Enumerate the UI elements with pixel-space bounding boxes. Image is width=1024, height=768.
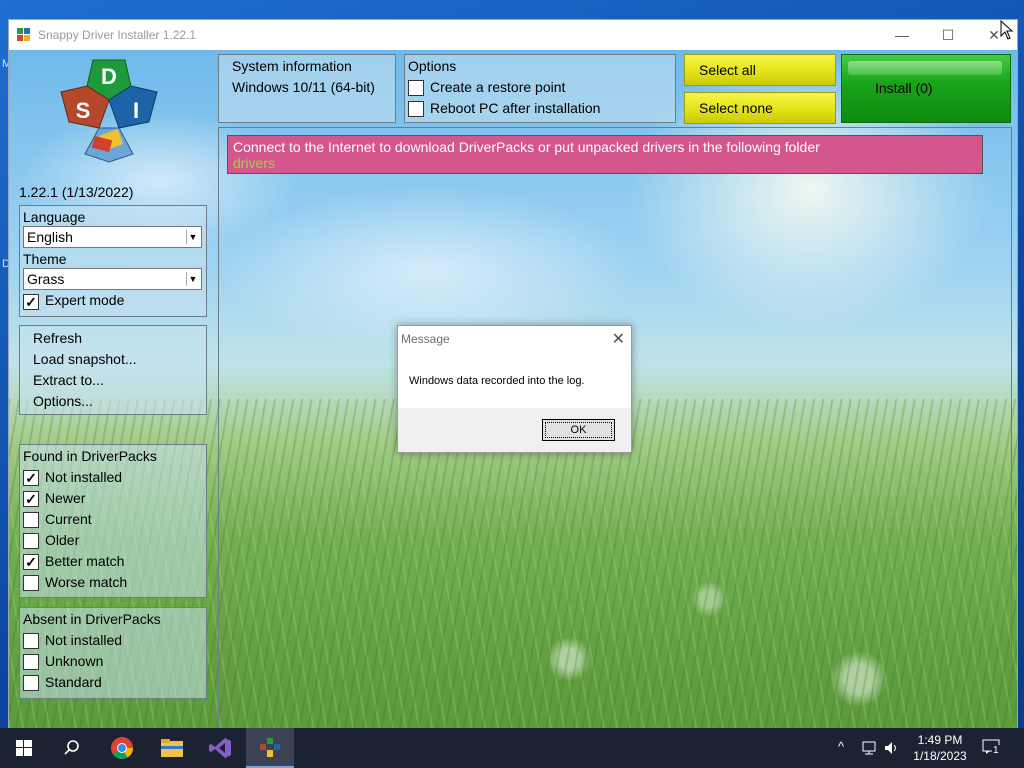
- absent-not-installed-label[interactable]: Not installed: [45, 632, 122, 648]
- ok-button[interactable]: OK: [542, 419, 615, 441]
- version-label: 1.22.1 (1/13/2022): [19, 184, 134, 200]
- visual-studio-icon: [209, 738, 231, 758]
- reboot-checkbox[interactable]: [408, 101, 424, 117]
- search-button[interactable]: [48, 728, 96, 768]
- expert-mode-checkbox[interactable]: ✓: [23, 294, 39, 310]
- dialog-close-button[interactable]: ✕: [612, 329, 625, 349]
- filter-not-installed-label[interactable]: Not installed: [45, 469, 122, 485]
- system-info-panel: System information Windows 10/11 (64-bit…: [218, 54, 396, 123]
- drivers-folder-link[interactable]: drivers: [233, 155, 275, 171]
- absent-not-installed-checkbox[interactable]: [23, 633, 39, 649]
- filter-better-match-label[interactable]: Better match: [45, 553, 124, 569]
- theme-label: Theme: [23, 251, 67, 267]
- filter-not-installed-checkbox[interactable]: ✓: [23, 470, 39, 486]
- filter-newer-checkbox[interactable]: ✓: [23, 491, 39, 507]
- select-none-label: Select none: [699, 100, 773, 116]
- filter-current-checkbox[interactable]: [23, 512, 39, 528]
- menu-panel: Refresh Load snapshot... Extract to... O…: [19, 325, 207, 415]
- windows-logo-icon: [16, 740, 32, 756]
- absent-standard-checkbox[interactable]: [23, 675, 39, 691]
- clock-time: 1:49 PM: [917, 733, 963, 747]
- filter-better-match-checkbox[interactable]: ✓: [23, 554, 39, 570]
- search-icon: [64, 740, 79, 755]
- chevron-down-icon: ▼: [186, 272, 199, 286]
- chevron-down-icon: ▼: [186, 230, 199, 244]
- system-os: Windows 10/11 (64-bit): [232, 79, 375, 95]
- dialog-title: Message: [401, 332, 450, 346]
- notification-button[interactable]: 1: [982, 737, 1006, 759]
- theme-select[interactable]: Grass ▼: [23, 268, 202, 290]
- no-driverpacks-banner: Connect to the Internet to download Driv…: [227, 135, 983, 174]
- absent-in-driverpacks-panel: Absent in DriverPacks Not installed Unkn…: [19, 607, 207, 699]
- filter-worse-match-label[interactable]: Worse match: [45, 574, 127, 590]
- theme-value: Grass: [27, 271, 65, 287]
- network-icon[interactable]: [862, 740, 878, 756]
- taskbar-clock[interactable]: 1:49 PM 1/18/2023: [900, 732, 980, 764]
- sdi-logo: D S I: [60, 59, 158, 163]
- menu-item-load-snapshot[interactable]: Load snapshot...: [33, 351, 137, 367]
- language-value: English: [27, 229, 73, 245]
- found-header: Found in DriverPacks: [23, 448, 157, 464]
- menu-item-extract-to[interactable]: Extract to...: [33, 372, 104, 388]
- install-button[interactable]: Install (0): [841, 54, 1011, 123]
- mouse-cursor-icon: [1000, 20, 1014, 40]
- options-panel: Options Create a restore point Reboot PC…: [404, 54, 676, 123]
- maximize-button[interactable]: ☐: [925, 20, 971, 50]
- title-bar: Snappy Driver Installer 1.22.1 — ☐ ✕: [9, 20, 1017, 50]
- taskbar-snappy-driver-installer[interactable]: [246, 728, 294, 768]
- install-label: Install (0): [875, 80, 933, 96]
- filter-older-label[interactable]: Older: [45, 532, 79, 548]
- filter-current-label[interactable]: Current: [45, 511, 92, 527]
- taskbar-file-explorer[interactable]: [148, 728, 196, 768]
- minimize-button[interactable]: —: [879, 20, 925, 50]
- restore-point-label[interactable]: Create a restore point: [430, 79, 565, 95]
- restore-point-checkbox[interactable]: [408, 80, 424, 96]
- taskbar-visual-studio[interactable]: [196, 728, 244, 768]
- filter-newer-label[interactable]: Newer: [45, 490, 85, 506]
- install-progress-bar: [848, 61, 1002, 75]
- app-icon: [17, 28, 30, 41]
- menu-item-refresh[interactable]: Refresh: [33, 330, 82, 346]
- system-tray: ^: [838, 728, 898, 768]
- language-select[interactable]: English ▼: [23, 226, 202, 248]
- folder-icon: [161, 739, 183, 757]
- banner-message: Connect to the Internet to download Driv…: [233, 139, 820, 155]
- window-title: Snappy Driver Installer 1.22.1: [38, 28, 197, 42]
- sdi-app-icon: [260, 738, 280, 757]
- select-all-label: Select all: [699, 62, 756, 78]
- language-label: Language: [23, 209, 86, 225]
- system-info-header: System information: [232, 58, 352, 74]
- message-dialog: Message ✕ Windows data recorded into the…: [397, 325, 632, 453]
- options-header: Options: [408, 58, 457, 74]
- menu-item-options[interactable]: Options...: [33, 393, 93, 409]
- taskbar-chrome[interactable]: [98, 728, 146, 768]
- chrome-icon: [111, 737, 133, 759]
- clock-date: 1/18/2023: [913, 749, 967, 763]
- found-in-driverpacks-panel: Found in DriverPacks ✓ Not installed ✓ N…: [19, 444, 207, 598]
- absent-unknown-label[interactable]: Unknown: [45, 653, 103, 669]
- select-all-button[interactable]: Select all: [684, 54, 836, 86]
- notification-count-badge: 1: [992, 745, 1000, 756]
- filter-older-checkbox[interactable]: [23, 533, 39, 549]
- taskbar: ^ 1:49 PM 1/18/2023 1: [0, 728, 1024, 768]
- chevron-up-icon[interactable]: ^: [838, 739, 844, 754]
- logo-letter-s: S: [76, 98, 91, 123]
- absent-header: Absent in DriverPacks: [23, 611, 161, 627]
- start-button[interactable]: [0, 728, 48, 768]
- filter-worse-match-checkbox[interactable]: [23, 575, 39, 591]
- logo-letter-i: I: [133, 98, 139, 123]
- logo-letter-d: D: [101, 64, 117, 89]
- select-none-button[interactable]: Select none: [684, 92, 836, 124]
- reboot-label[interactable]: Reboot PC after installation: [430, 100, 600, 116]
- dialog-footer: OK: [398, 408, 631, 452]
- settings-panel: Language English ▼ Theme Grass ▼ ✓ Exper…: [19, 205, 207, 317]
- dialog-message: Windows data recorded into the log.: [409, 375, 585, 387]
- absent-standard-label[interactable]: Standard: [45, 674, 102, 690]
- volume-icon[interactable]: [884, 740, 900, 756]
- absent-unknown-checkbox[interactable]: [23, 654, 39, 670]
- expert-mode-label[interactable]: Expert mode: [45, 292, 124, 308]
